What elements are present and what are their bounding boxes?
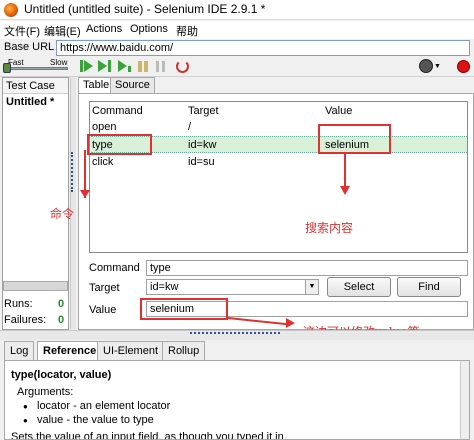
splitter-grip[interactable]	[71, 152, 75, 192]
annotation-arrow-value-line	[344, 154, 346, 188]
reference-arg: value - the value to type	[23, 414, 154, 426]
row-target: id=su	[188, 156, 215, 168]
row-command: click	[92, 156, 114, 168]
tab-rollup[interactable]: Rollup	[162, 341, 206, 361]
step-icon-bar	[162, 61, 165, 72]
target-label: Target	[89, 282, 120, 294]
target-input[interactable]: id=kw	[146, 279, 306, 295]
play-current-icon	[118, 60, 127, 72]
tab-ui-element[interactable]: UI-Element	[97, 341, 165, 361]
bottom-splitter-grip[interactable]	[190, 332, 280, 335]
find-button[interactable]: Find	[397, 277, 461, 297]
reference-scrollbar[interactable]	[460, 361, 469, 439]
schedule-clock-icon[interactable]	[419, 59, 433, 73]
annotation-box-command	[87, 134, 152, 155]
tab-table[interactable]: Table	[78, 77, 115, 94]
menu-actions[interactable]: Actions	[86, 23, 122, 35]
row-command: open	[92, 121, 117, 133]
window-title: Untitled (untitled suite) - Selenium IDE…	[24, 2, 266, 16]
failures-value: 0	[58, 314, 65, 326]
row-target: id=kw	[188, 139, 217, 151]
base-url-input[interactable]: https://www.baidu.com/	[56, 40, 470, 56]
tab-log[interactable]: Log	[4, 341, 35, 361]
speed-slider-thumb[interactable]	[3, 63, 11, 73]
pause-button[interactable]	[136, 60, 150, 73]
menu-edit[interactable]: 编辑(E)	[44, 23, 81, 39]
title-bar: Untitled (untitled suite) - Selenium IDE…	[0, 0, 474, 20]
pause-icon	[138, 61, 142, 72]
test-case-item[interactable]: Untitled *	[6, 96, 54, 108]
speed-slider[interactable]	[6, 67, 68, 70]
command-label: Command	[89, 262, 140, 274]
toolbar: Fast Slow ▼	[0, 57, 474, 77]
play-current-icon-bar	[128, 66, 131, 72]
annotation-arrow-command-head	[80, 190, 90, 198]
command-input[interactable]: type	[146, 260, 468, 276]
menu-help[interactable]: 帮助	[176, 23, 198, 39]
record-button[interactable]	[457, 60, 470, 73]
reference-arguments-label: Arguments:	[17, 386, 74, 398]
annotation-search-content: 搜索内容	[305, 221, 354, 235]
test-case-header: Test Case	[3, 78, 68, 94]
annotation-arrow-value-head	[340, 186, 350, 195]
play-all-icon	[98, 60, 107, 72]
base-url-label: Base URL	[4, 41, 55, 53]
step-button[interactable]	[154, 60, 168, 73]
reference-panel: type(locator, value) Arguments: locator …	[4, 360, 470, 440]
target-dropdown-button[interactable]: ▼	[305, 279, 319, 295]
select-button[interactable]: Select	[327, 277, 391, 297]
command-table: Command Target Value open / type id=kw s…	[89, 101, 468, 253]
menu-file[interactable]: 文件(F)	[4, 23, 40, 39]
failures-label: Failures:	[4, 314, 47, 326]
runs-label: Runs:	[4, 298, 33, 310]
annotation-arrow-edit-head	[286, 318, 295, 328]
runs-value: 0	[58, 298, 65, 310]
value-label: Value	[89, 304, 117, 316]
rollup-icon[interactable]	[176, 60, 189, 73]
run-stats: Runs: 0 Failures: 0	[0, 295, 70, 329]
column-header-value: Value	[325, 105, 353, 117]
firefox-icon	[4, 3, 18, 17]
reference-description: Sets the value of an input field, as tho…	[11, 431, 287, 440]
progress-bar	[3, 281, 68, 291]
tab-reference[interactable]: Reference	[37, 341, 103, 361]
play-all-button[interactable]	[98, 60, 112, 73]
pause-icon-bar	[144, 61, 148, 72]
reference-signature: type(locator, value)	[11, 369, 112, 381]
menu-options[interactable]: Options	[130, 23, 168, 35]
step-icon	[156, 61, 159, 72]
menu-bar: 文件(F) 编辑(E) Actions Options 帮助	[0, 21, 474, 39]
play-suite-icon-bar	[80, 60, 83, 72]
test-case-pane: Test Case Untitled *	[2, 77, 69, 330]
annotation-box-value	[318, 124, 391, 154]
base-url-row: Base URL https://www.baidu.com/	[0, 39, 474, 57]
chevron-down-icon[interactable]: ▼	[434, 63, 441, 70]
row-target: /	[188, 121, 192, 133]
reference-arg: locator - an element locator	[23, 400, 170, 412]
speed-slow-label: Slow	[50, 58, 68, 67]
play-suite-icon	[84, 60, 93, 72]
play-current-button[interactable]	[118, 60, 132, 73]
column-header-command: Command	[92, 105, 143, 117]
pane-splitter[interactable]	[70, 77, 76, 329]
play-suite-button[interactable]	[80, 60, 94, 73]
table-row[interactable]: click id=su	[91, 154, 467, 171]
tab-source[interactable]: Source	[110, 77, 155, 93]
play-all-icon-bar	[108, 60, 111, 72]
annotation-box-value-field	[140, 298, 228, 320]
column-header-target: Target	[188, 105, 219, 117]
annotation-command: 命令	[50, 207, 75, 221]
